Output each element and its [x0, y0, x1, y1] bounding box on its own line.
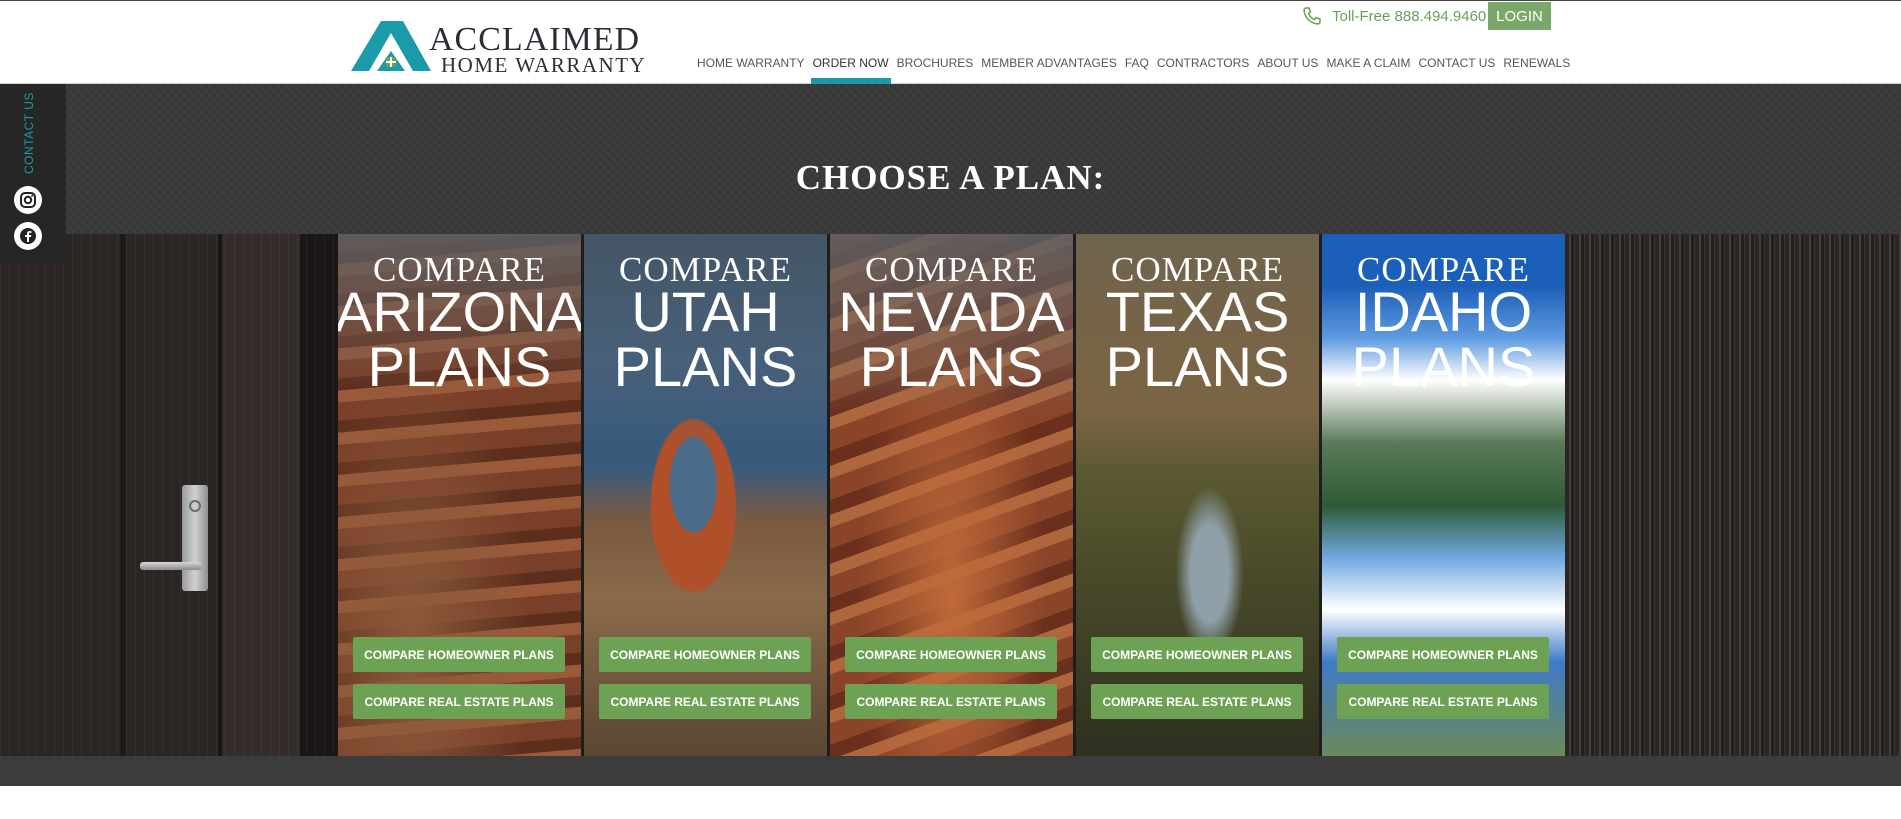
- main-nav: HOME WARRANTY ORDER NOW BROCHURES MEMBER…: [693, 53, 1574, 85]
- tollfree-number: Toll-Free 888.494.9460: [1332, 7, 1487, 25]
- nav-home-warranty[interactable]: HOME WARRANTY: [693, 53, 809, 85]
- door-lever: [140, 562, 202, 570]
- nav-contact-us[interactable]: CONTACT US: [1414, 53, 1499, 85]
- panel-state-title: NEVADA PLANS: [830, 280, 1073, 398]
- panel-nevada: COMPARE NEVADA PLANS COMPARE HOMEOWNER P…: [830, 234, 1073, 756]
- side-contact-link[interactable]: CONTACT US: [22, 92, 36, 174]
- compare-real-estate-plans-button[interactable]: COMPARE REAL ESTATE PLANS: [599, 684, 811, 719]
- nav-brochures[interactable]: BROCHURES: [893, 53, 978, 85]
- door-lock-icon: [189, 500, 201, 512]
- panel-texas: COMPARE TEXAS PLANS COMPARE HOMEOWNER PL…: [1076, 234, 1319, 756]
- logo[interactable]: ACCLAIMED HOME WARRANTY: [351, 21, 645, 77]
- nav-member-advantages[interactable]: MEMBER ADVANTAGES: [977, 53, 1121, 85]
- panel-utah: COMPARE UTAH PLANS COMPARE HOMEOWNER PLA…: [584, 234, 827, 756]
- login-button[interactable]: LOGIN: [1488, 2, 1551, 30]
- house-logo-icon: [351, 21, 431, 71]
- panel-state-name: TEXAS: [1105, 280, 1290, 343]
- compare-real-estate-plans-button[interactable]: COMPARE REAL ESTATE PLANS: [1091, 684, 1303, 719]
- compare-homeowner-plans-button[interactable]: COMPARE HOMEOWNER PLANS: [599, 637, 811, 672]
- panel-plans-label: PLANS: [1351, 335, 1536, 398]
- instagram-icon[interactable]: [14, 186, 42, 214]
- plan-panels: COMPARE ARIZONA PLANS COMPARE HOMEOWNER …: [338, 234, 1565, 756]
- facebook-icon[interactable]: [14, 222, 42, 250]
- compare-real-estate-plans-button[interactable]: COMPARE REAL ESTATE PLANS: [353, 684, 565, 719]
- nav-renewals[interactable]: RENEWALS: [1499, 53, 1574, 85]
- panel-state-name: ARIZONA: [338, 280, 581, 343]
- compare-homeowner-plans-button[interactable]: COMPARE HOMEOWNER PLANS: [1337, 637, 1549, 672]
- panel-state-title: ARIZONA PLANS: [338, 280, 581, 398]
- page-title: CHOOSE A PLAN:: [795, 158, 1106, 197]
- compare-real-estate-plans-button[interactable]: COMPARE REAL ESTATE PLANS: [845, 684, 1057, 719]
- panel-state-title: IDAHO PLANS: [1322, 280, 1565, 398]
- panel-state-name: UTAH: [631, 280, 780, 343]
- door-grain: [0, 234, 340, 756]
- nav-make-a-claim[interactable]: MAKE A CLAIM: [1322, 53, 1414, 85]
- section-bottom-strip: [0, 756, 1901, 786]
- background-texture-right: [1565, 234, 1901, 756]
- tollfree-phone[interactable]: Toll-Free 888.494.9460: [1302, 5, 1486, 27]
- panel-plans-label: PLANS: [367, 335, 552, 398]
- logo-subtitle: HOME WARRANTY: [441, 53, 647, 77]
- nav-faq[interactable]: FAQ: [1121, 53, 1153, 85]
- panel-plans-label: PLANS: [613, 335, 798, 398]
- panel-state-title: TEXAS PLANS: [1076, 280, 1319, 398]
- panel-plans-label: PLANS: [859, 335, 1044, 398]
- compare-real-estate-plans-button[interactable]: COMPARE REAL ESTATE PLANS: [1337, 684, 1549, 719]
- compare-homeowner-plans-button[interactable]: COMPARE HOMEOWNER PLANS: [353, 637, 565, 672]
- nav-contractors[interactable]: CONTRACTORS: [1153, 53, 1253, 85]
- panel-plans-label: PLANS: [1105, 335, 1290, 398]
- compare-homeowner-plans-button[interactable]: COMPARE HOMEOWNER PLANS: [845, 637, 1057, 672]
- panel-state-name: IDAHO: [1354, 280, 1533, 343]
- phone-icon: [1303, 7, 1321, 25]
- panel-state-title: UTAH PLANS: [584, 280, 827, 398]
- nav-order-now[interactable]: ORDER NOW: [809, 53, 893, 85]
- panel-state-name: NEVADA: [838, 280, 1065, 343]
- panel-arizona: COMPARE ARIZONA PLANS COMPARE HOMEOWNER …: [338, 234, 581, 756]
- side-contact-tab: CONTACT US: [0, 84, 66, 264]
- nav-about-us[interactable]: ABOUT US: [1253, 53, 1322, 85]
- site-header: ACCLAIMED HOME WARRANTY Toll-Free 888.49…: [0, 0, 1901, 85]
- compare-homeowner-plans-button[interactable]: COMPARE HOMEOWNER PLANS: [1091, 637, 1303, 672]
- panel-idaho: COMPARE IDAHO PLANS COMPARE HOMEOWNER PL…: [1322, 234, 1565, 756]
